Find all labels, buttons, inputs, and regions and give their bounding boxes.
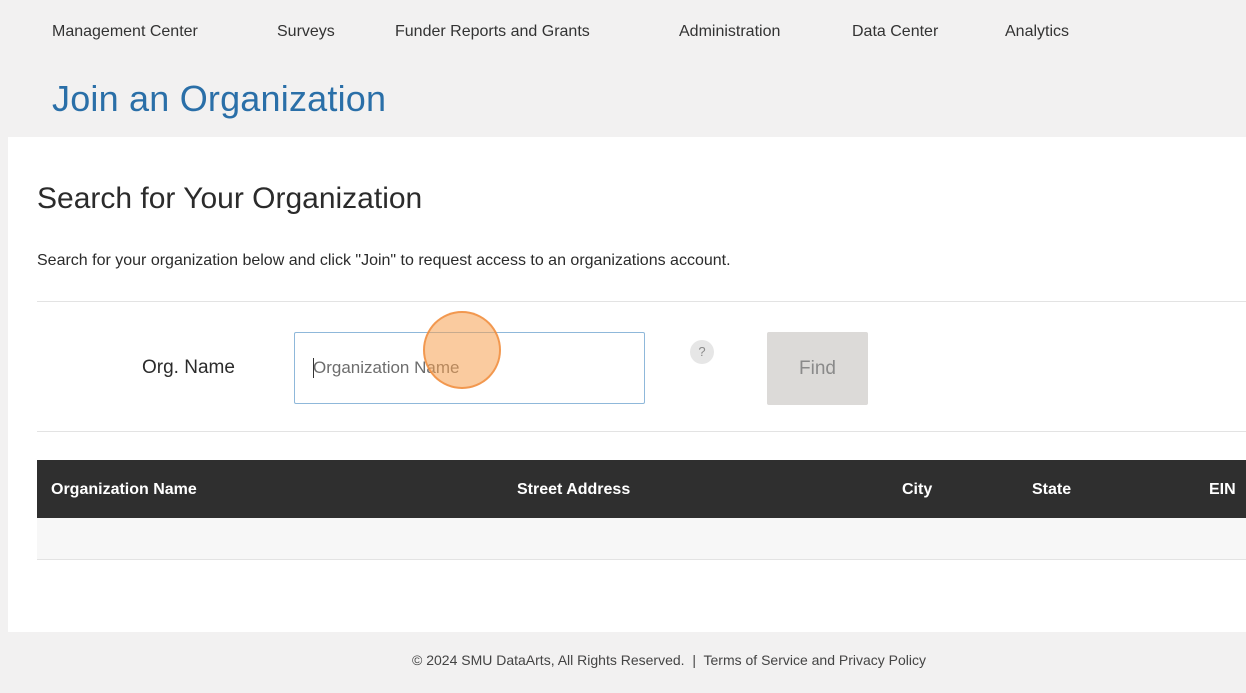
find-button[interactable]: Find: [767, 332, 868, 405]
terms-privacy-link[interactable]: Terms of Service and Privacy Policy: [704, 652, 927, 668]
footer-separator: |: [692, 652, 696, 668]
table-empty-row: [37, 518, 1246, 560]
top-navigation: Management Center Surveys Funder Reports…: [0, 0, 1246, 66]
column-header-organization-name[interactable]: Organization Name: [51, 481, 197, 499]
section-title: Search for Your Organization: [37, 182, 423, 215]
nav-item-funder-reports[interactable]: Funder Reports and Grants: [395, 23, 590, 41]
column-header-ein[interactable]: EIN: [1209, 481, 1236, 499]
column-header-state[interactable]: State: [1032, 481, 1071, 499]
org-name-input[interactable]: [294, 332, 645, 404]
results-table-header: Organization Name Street Address City St…: [37, 460, 1246, 518]
divider: [37, 301, 1246, 302]
text-cursor: [313, 358, 314, 378]
nav-item-data-center[interactable]: Data Center: [852, 23, 938, 41]
org-name-label: Org. Name: [142, 357, 235, 378]
divider: [37, 431, 1246, 432]
search-card: Search for Your Organization Search for …: [8, 137, 1246, 632]
search-instructions: Search for your organization below and c…: [37, 252, 731, 269]
column-header-city[interactable]: City: [902, 481, 932, 499]
column-header-street-address[interactable]: Street Address: [517, 481, 630, 499]
copyright-text: © 2024 SMU DataArts, All Rights Reserved…: [412, 652, 685, 668]
nav-item-analytics[interactable]: Analytics: [1005, 23, 1069, 41]
nav-item-administration[interactable]: Administration: [679, 23, 780, 41]
question-icon[interactable]: ?: [690, 340, 714, 364]
nav-item-management-center[interactable]: Management Center: [52, 23, 198, 41]
nav-item-surveys[interactable]: Surveys: [277, 23, 335, 41]
page-title: Join an Organization: [52, 78, 387, 119]
